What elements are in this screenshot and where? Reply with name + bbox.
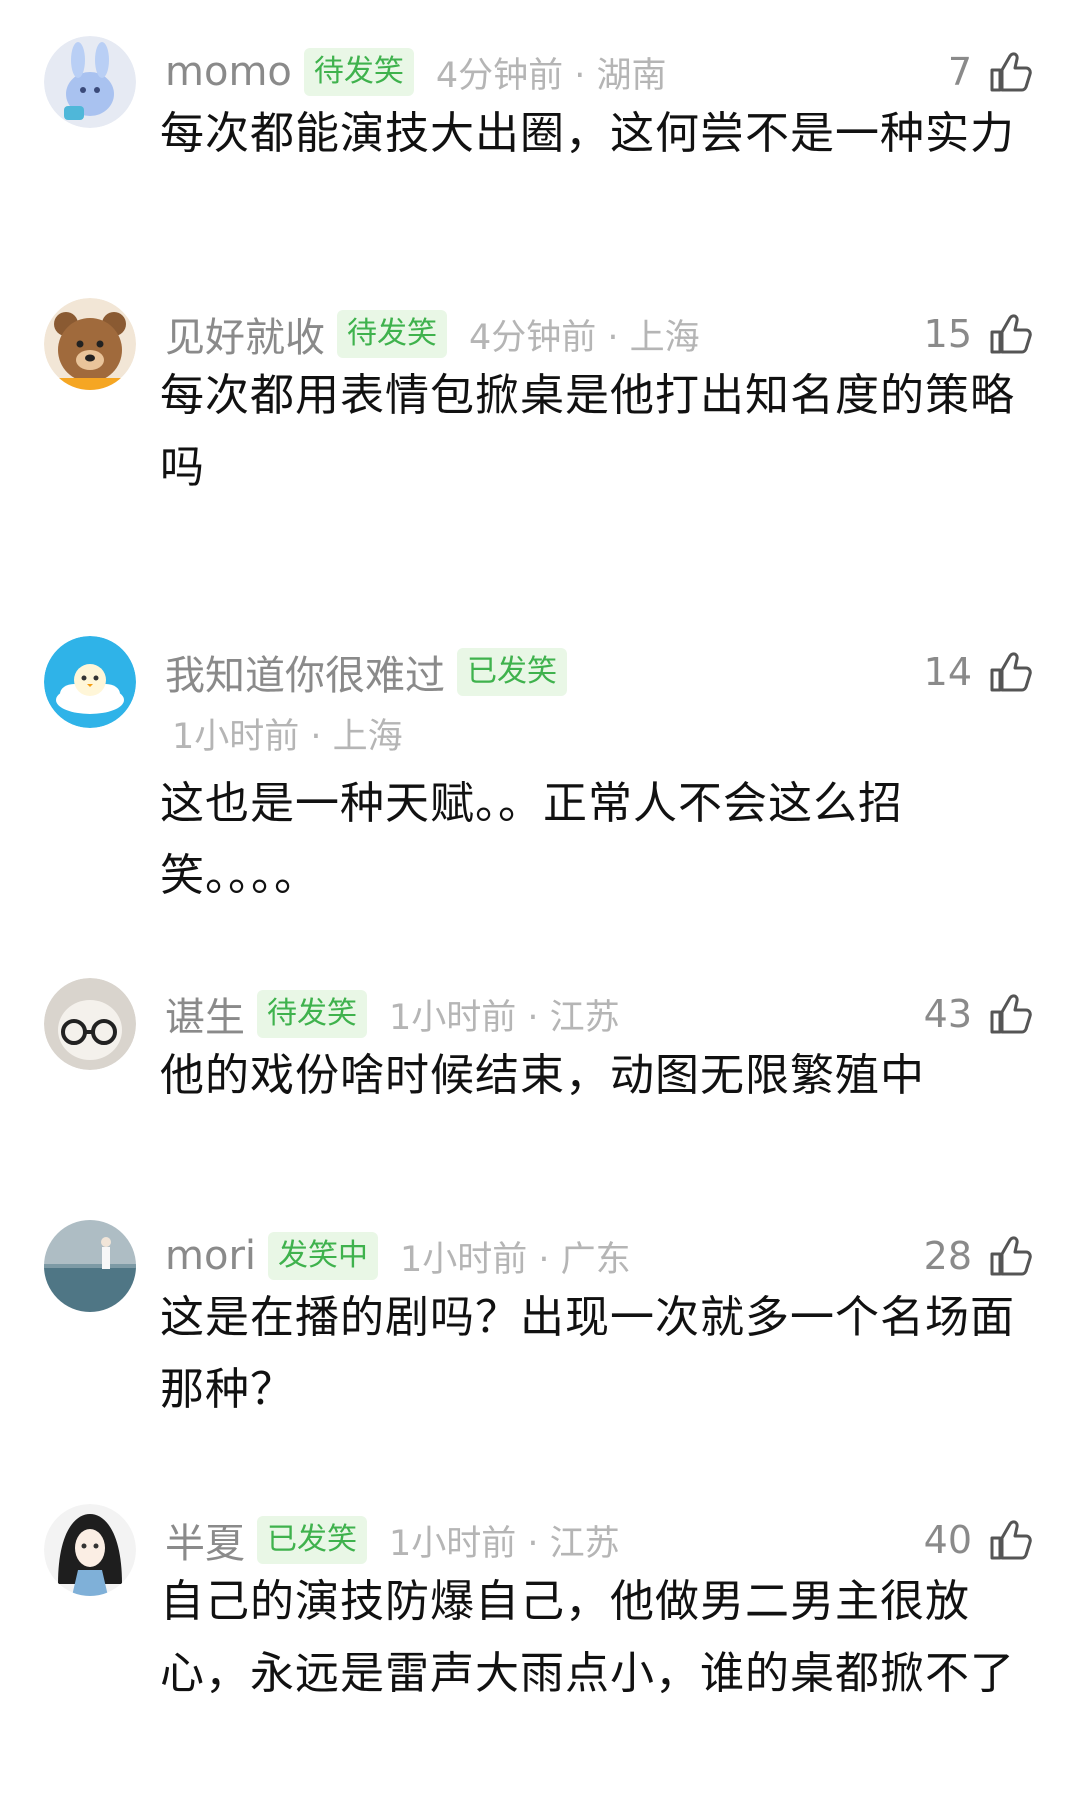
user-avatar[interactable] (44, 978, 136, 1070)
time-location: 4分钟前 · 湖南 (435, 55, 667, 96)
comment-text: 自己的演技防爆自己，他做男二男主很放心，永远是雷声大雨点小，谁的桌都掀不了 (160, 1576, 1015, 1699)
user-avatar[interactable] (44, 636, 136, 728)
comment-text: 他的戏份啥时候结束，动图无限繁殖中 (160, 1050, 925, 1101)
username[interactable]: 我知道你很难过 (165, 643, 445, 701)
thumbs-up-icon[interactable] (986, 1516, 1034, 1564)
time-location: 1小时前 · 上海 (172, 717, 403, 757)
username[interactable]: momo (165, 49, 292, 95)
thumbs-up-icon[interactable] (986, 48, 1034, 96)
like-button[interactable]: 43 (924, 984, 1034, 1044)
username[interactable]: 谌生 (165, 985, 245, 1043)
username[interactable]: 半夏 (165, 1511, 245, 1569)
comment-meta: 我知道你很难过 已发笑 (165, 643, 567, 701)
comment-meta: mori 发笑中 1小时前 · 广东 (165, 1230, 631, 1282)
status-badge: 已发笑 (457, 648, 567, 696)
status-badge: 发笑中 (268, 1232, 378, 1280)
like-button[interactable]: 7 (948, 42, 1034, 102)
comment-text: 这是在播的剧吗？出现一次就多一个名场面那种？ (160, 1292, 1015, 1415)
user-avatar[interactable] (44, 36, 136, 128)
thumbs-up-icon[interactable] (986, 648, 1034, 696)
thumbs-up-icon[interactable] (986, 1232, 1034, 1280)
like-count: 15 (923, 312, 972, 356)
time-location: 1小时前 · 广东 (400, 1239, 631, 1280)
like-count: 14 (923, 650, 972, 694)
time-location: 4分钟前 · 上海 (469, 317, 700, 358)
like-count: 40 (923, 1518, 972, 1562)
like-count: 43 (923, 992, 972, 1036)
comment-text: 这也是一种天赋。。正常人不会这么招笑。。。。 (160, 778, 903, 901)
status-badge: 待发笑 (257, 990, 367, 1038)
time-location: 1小时前 · 江苏 (389, 1523, 620, 1564)
like-button[interactable]: 15 (924, 304, 1034, 364)
username[interactable]: mori (165, 1233, 256, 1279)
user-avatar[interactable] (44, 1220, 136, 1312)
like-button[interactable]: 28 (924, 1226, 1034, 1286)
thumbs-up-icon[interactable] (986, 990, 1034, 1038)
comment-text: 每次都用表情包掀桌是他打出知名度的策略吗 (160, 370, 1015, 493)
comment-meta: momo 待发笑 4分钟前 · 湖南 (165, 46, 667, 98)
comment-meta: 谌生 待发笑 1小时前 · 江苏 (165, 985, 620, 1043)
like-button[interactable]: 14 (924, 642, 1034, 702)
user-avatar[interactable] (44, 1504, 136, 1596)
status-badge: 待发笑 (337, 310, 447, 358)
comment-text: 每次都能演技大出圈，这何尝不是一种实力 (160, 108, 1015, 159)
like-count: 28 (923, 1234, 972, 1278)
status-badge: 待发笑 (303, 48, 414, 96)
thumbs-up-icon[interactable] (986, 310, 1034, 358)
username[interactable]: 见好就收 (165, 305, 325, 363)
status-badge: 已发笑 (257, 1516, 367, 1564)
like-count: 7 (947, 50, 972, 94)
time-location: 1小时前 · 江苏 (389, 997, 620, 1038)
like-button[interactable]: 40 (924, 1510, 1034, 1570)
user-avatar[interactable] (44, 298, 136, 390)
comment-meta: 半夏 已发笑 1小时前 · 江苏 (165, 1511, 620, 1569)
comment-meta: 见好就收 待发笑 4分钟前 · 上海 (165, 305, 700, 363)
